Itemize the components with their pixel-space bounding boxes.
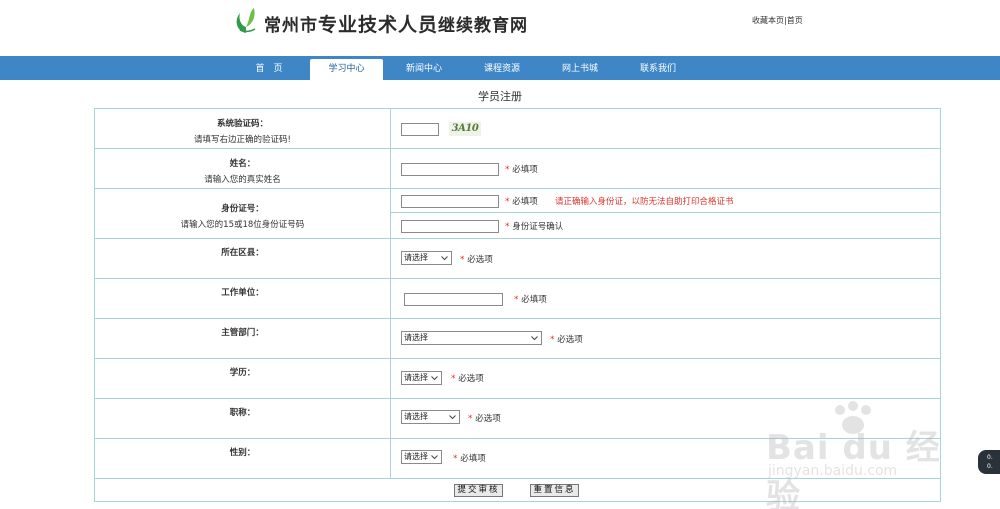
site-name-suffix: 继续教育网 [438, 16, 529, 36]
education-required: * 必选项 [451, 372, 484, 384]
department-select[interactable]: 请选择 [401, 331, 542, 345]
captcha-input[interactable] [401, 123, 439, 136]
site-name-prefix: 常州市 [264, 16, 318, 36]
chevron-down-icon [449, 415, 456, 420]
required-star: * [550, 335, 555, 345]
captcha-label-cell: 系统验证码： 请填写右边正确的验证码! [95, 109, 391, 148]
gender-required: * 必填项 [453, 452, 486, 464]
district-selected: 请选择 [404, 253, 428, 262]
leaf-logo-icon[interactable] [232, 6, 260, 36]
title-select[interactable]: 请选择 [401, 410, 460, 424]
id-confirm-label: 身份证号确认 [512, 222, 564, 232]
row-title: 职称： [95, 399, 940, 439]
captcha-label: 系统验证码： [216, 119, 268, 129]
id-card-input[interactable] [401, 195, 499, 208]
name-hint: 请输入您的真实姓名 [204, 175, 281, 185]
widget-line-2: 0. [987, 463, 993, 470]
department-selected: 请选择 [404, 333, 428, 342]
name-label: 姓名： [229, 159, 256, 169]
gender-select[interactable]: 请选择 [401, 450, 442, 464]
title-required-text: 必选项 [475, 414, 501, 424]
education-select[interactable]: 请选择 [401, 371, 442, 385]
required-star: * [505, 197, 510, 207]
nav-bookstore[interactable]: 网上书城 [543, 56, 617, 80]
nav-home[interactable]: 首 页 [232, 56, 306, 80]
required-star: * [505, 222, 510, 232]
floating-widget[interactable]: 0. 0. [978, 450, 1000, 474]
education-selected: 请选择 [404, 373, 428, 382]
submit-button[interactable]: 提交审核 [454, 484, 503, 497]
row-captcha: 系统验证码： 请填写右边正确的验证码! [95, 109, 940, 149]
page-title: 学员注册 [478, 90, 522, 103]
gender-required-text: 必填项 [460, 454, 486, 464]
id-label-cell: 身份证号： 请输入您的15或18位身份证号码 [95, 189, 391, 238]
gender-selected: 请选择 [404, 452, 428, 461]
id-label: 身份证号： [221, 204, 264, 214]
id-required-text: 必填项 [512, 197, 538, 207]
chevron-down-icon [431, 455, 438, 460]
gender-label-cell: 性别： [95, 439, 391, 478]
district-label: 所在区县： [221, 248, 264, 258]
gender-label: 性别： [229, 448, 256, 458]
education-required-text: 必选项 [458, 374, 484, 384]
captcha-image[interactable]: 3A10 [449, 122, 481, 136]
site-name[interactable]: 常州市专业技术人员继续教育网 [264, 10, 528, 37]
id-required: * 必填项 [505, 195, 538, 207]
captcha-hint: 请填写右边正确的验证码! [194, 135, 291, 145]
department-label-cell: 主管部门： [95, 319, 391, 358]
title-selected: 请选择 [404, 412, 428, 421]
favorite-link[interactable]: 收藏本页 [752, 16, 784, 25]
nav-courses[interactable]: 课程资源 [465, 56, 539, 80]
required-star: * [514, 295, 519, 305]
department-required: * 必选项 [550, 333, 583, 345]
chevron-down-icon [531, 336, 538, 341]
required-star: * [505, 165, 510, 175]
top-links: 收藏本页|首页 [752, 15, 803, 26]
district-required: * 必选项 [460, 253, 493, 265]
name-input[interactable] [401, 163, 499, 176]
required-star: * [468, 414, 473, 424]
id-row-divider [391, 212, 940, 213]
employer-required: * 必填项 [514, 293, 547, 305]
reset-button[interactable]: 重置信息 [530, 484, 579, 497]
required-star: * [451, 374, 456, 384]
id-confirm-required: * 身份证号确认 [505, 220, 563, 232]
name-required-text: 必填项 [512, 165, 538, 175]
department-label: 主管部门： [221, 328, 264, 338]
employer-required-text: 必填项 [521, 295, 547, 305]
site-name-main: 专业技术人员 [318, 14, 439, 36]
title-required: * 必选项 [468, 412, 501, 424]
site-header: 常州市专业技术人员继续教育网 收藏本页|首页 [0, 0, 1000, 56]
id-confirm-input[interactable] [401, 220, 499, 233]
widget-line-1: 0. [987, 454, 993, 461]
title-label: 职称： [229, 408, 256, 418]
required-star: * [460, 255, 465, 265]
chevron-down-icon [431, 376, 438, 381]
employer-input[interactable] [404, 293, 503, 306]
district-select[interactable]: 请选择 [401, 251, 452, 265]
district-required-text: 必选项 [467, 255, 493, 265]
name-label-cell: 姓名： 请输入您的真实姓名 [95, 149, 391, 188]
employer-label: 工作单位： [221, 288, 264, 298]
id-warning: 请正确输入身份证，以防无法自助打印合格证书 [555, 197, 734, 207]
row-education: 学历： [95, 359, 940, 399]
main-nav: 首 页 学习中心 新闻中心 课程资源 网上书城 联系我们 [0, 56, 1000, 80]
home-link[interactable]: 首页 [787, 16, 803, 25]
employer-label-cell: 工作单位： [95, 279, 391, 318]
id-hint: 请输入您的15或18位身份证号码 [180, 220, 305, 230]
required-star: * [453, 454, 458, 464]
chevron-down-icon [441, 256, 448, 261]
nav-study-center[interactable]: 学习中心 [310, 59, 383, 80]
title-label-cell: 职称： [95, 399, 391, 438]
department-required-text: 必选项 [557, 335, 583, 345]
education-label-cell: 学历： [95, 359, 391, 398]
row-gender: 性别： [95, 439, 940, 479]
row-district: 所在区县： [95, 239, 940, 279]
nav-news[interactable]: 新闻中心 [387, 56, 461, 80]
education-label: 学历： [229, 368, 256, 378]
nav-contact[interactable]: 联系我们 [621, 56, 695, 80]
name-required: * 必填项 [505, 163, 538, 175]
district-label-cell: 所在区县： [95, 239, 391, 278]
